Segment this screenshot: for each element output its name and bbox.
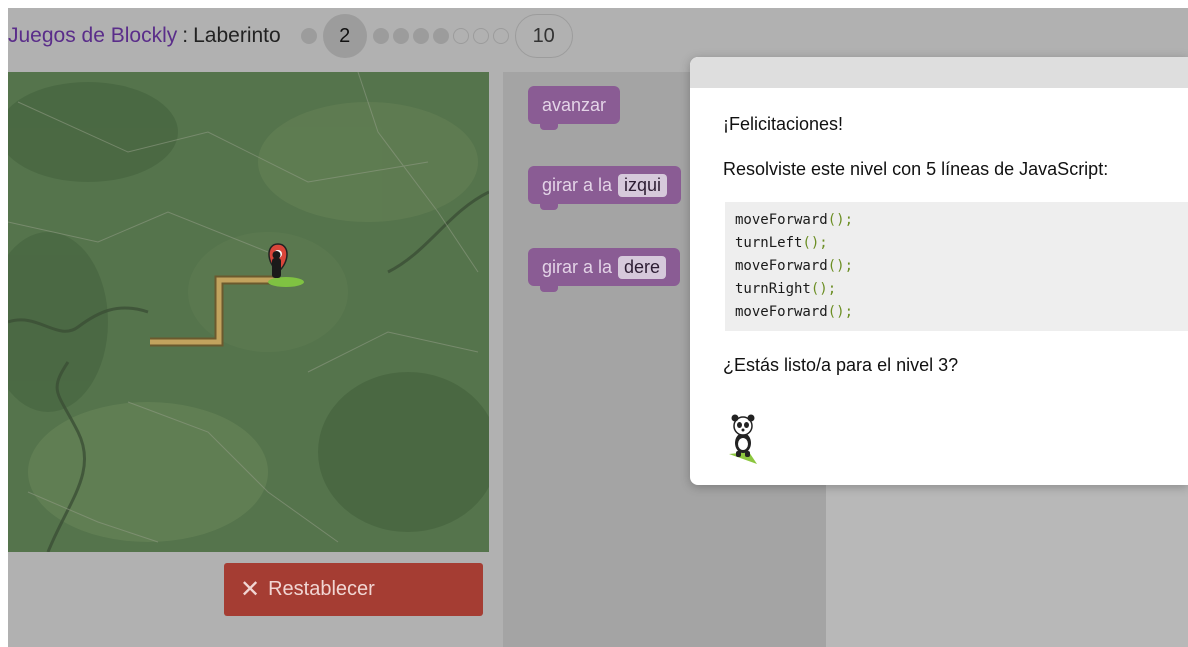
direction-dropdown[interactable]: izqui <box>618 173 668 197</box>
code-line: moveForward(); <box>735 258 854 274</box>
block-label: girar a la <box>542 174 613 195</box>
congrats-dialog: ¡Felicitaciones! Resolviste este nivel c… <box>690 57 1188 485</box>
congrats-heading: ¡Felicitaciones! <box>723 114 844 134</box>
level-5-link[interactable] <box>412 28 429 44</box>
solved-message: Resolviste este nivel con 5 líneas de Ja… <box>723 159 1109 179</box>
code-line: turnLeft(); <box>735 235 828 251</box>
block-turn-left[interactable]: girar a la izqui <box>528 166 682 210</box>
next-level-prompt: ¿Estás listo/a para el nivel 3? <box>723 355 959 375</box>
maze-map <box>8 72 489 552</box>
close-icon: ✕ <box>240 576 261 603</box>
maze-canvas <box>8 72 489 552</box>
code-listing: moveForward(); turnLeft(); moveForward()… <box>725 202 1188 331</box>
app-title-link[interactable]: Juegos de Blockly <box>8 24 177 48</box>
last-level-link[interactable]: 10 <box>514 14 573 58</box>
level-selector: 2 10 <box>299 14 573 58</box>
panda-icon <box>729 414 757 464</box>
game-title: Laberinto <box>193 24 281 47</box>
reset-button[interactable]: ✕ Restablecer <box>224 563 483 616</box>
direction-dropdown[interactable]: dere <box>618 255 667 279</box>
code-line: moveForward(); <box>735 304 854 320</box>
reset-button-label: Restablecer <box>268 578 375 600</box>
level-6-link[interactable] <box>432 28 449 44</box>
level-4-link[interactable] <box>392 28 409 44</box>
level-1-link[interactable] <box>300 28 317 44</box>
code-line: moveForward(); <box>735 212 854 228</box>
level-9-link[interactable] <box>492 28 509 44</box>
block-move-forward[interactable]: avanzar <box>528 86 621 130</box>
header: Juegos de Blockly : Laberinto 2 10 <box>8 14 573 58</box>
block-turn-right[interactable]: girar a la dere <box>528 248 681 292</box>
level-7-link[interactable] <box>452 28 469 44</box>
current-level-indicator: 2 <box>322 14 367 58</box>
block-label: girar a la <box>542 256 613 277</box>
level-8-link[interactable] <box>472 28 489 44</box>
dialog-titlebar[interactable] <box>690 57 1188 88</box>
level-3-link[interactable] <box>372 28 389 44</box>
block-label: avanzar <box>542 94 607 115</box>
title-separator: : <box>182 24 189 47</box>
code-line: turnRight(); <box>735 281 837 297</box>
